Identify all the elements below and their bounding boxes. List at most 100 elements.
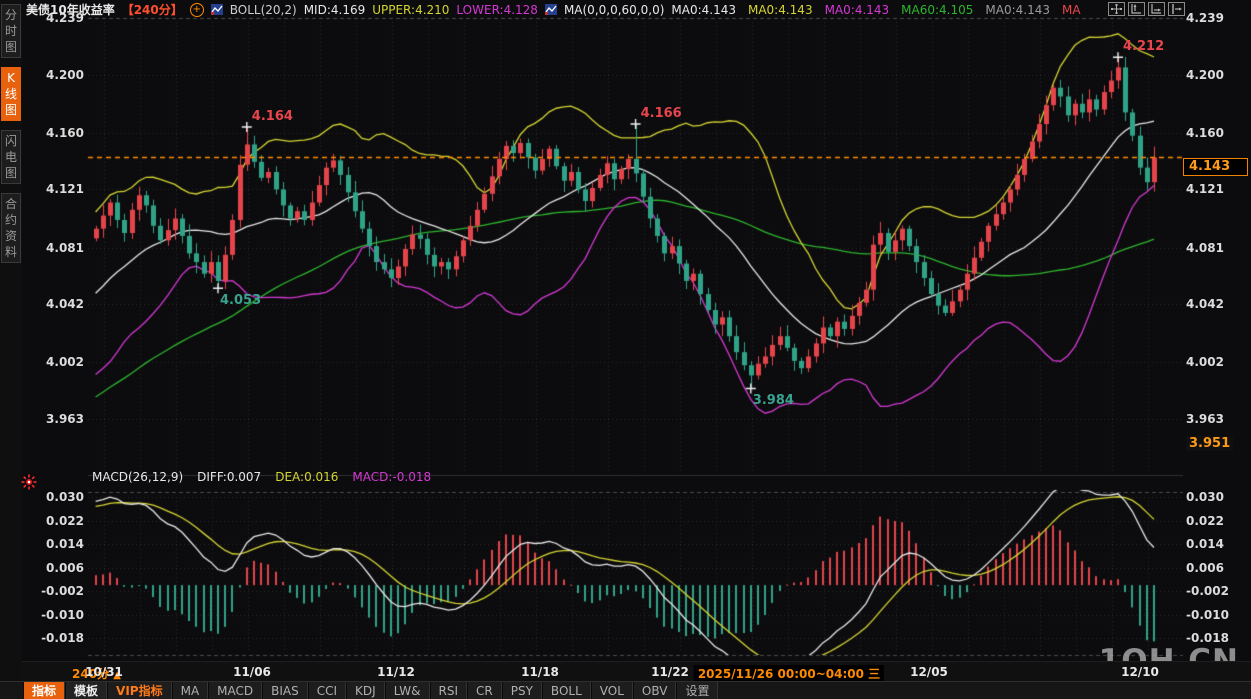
sidebar-tab-1[interactable]: K线图	[1, 67, 21, 121]
boll-upper-value: UPPER:4.210	[372, 2, 450, 17]
price-tick-right: 4.002	[1186, 355, 1224, 370]
boll-indicator-icon[interactable]	[210, 4, 223, 15]
macd-tick-right: -0.002	[1186, 584, 1229, 598]
toolbar-item-指标[interactable]: 指标	[23, 682, 66, 699]
toolbar-item-VIP指标[interactable]: VIP指标	[107, 682, 172, 699]
macd-tick-left: -0.010	[41, 607, 84, 622]
macd-tick-right: 0.006	[1186, 560, 1224, 575]
ma-values-group: MA0:4.143 MA0:4.143 MA0:4.143 MA60:4.105 MA0…	[671, 3, 1080, 17]
price-tick-right: 4.160	[1186, 125, 1224, 140]
price-tick-left: 4.121	[46, 182, 84, 197]
circle-plus-icon[interactable]: +	[189, 2, 204, 17]
session-low-tag: 3.951	[1186, 436, 1234, 451]
macd-tick-right: 0.014	[1186, 537, 1224, 551]
price-macd-chart-canvas[interactable]	[0, 0, 1251, 699]
tab-char: 闪	[4, 134, 17, 148]
swing-low-label: 4.053	[220, 293, 262, 309]
macd-tick-left: 0.006	[46, 560, 84, 575]
boll-label: BOLL(20,2)	[229, 2, 297, 17]
toolbar-item-KDJ[interactable]: KDJ	[346, 682, 385, 699]
toolbar-item-VOL[interactable]: VOL	[590, 682, 633, 699]
price-tick-left: 4.200	[46, 67, 84, 82]
macd-tick-left: -0.018	[41, 631, 84, 645]
toolbar-item-LW&[interactable]: LW&	[384, 682, 430, 699]
macd-tick-left: 0.030	[46, 490, 84, 504]
indicator-header-bar: 美债10年收益率 【240分】 + BOLL(20,2) MID:4.169 U…	[26, 1, 1081, 18]
selected-bar-time-label: 2025/11/26 00:00~04:00 三	[693, 665, 885, 682]
macd-tick-left: 0.014	[46, 537, 84, 551]
macd-header: MACD(26,12,9) DIFF:0.007 DEA:0.016 MACD:…	[92, 470, 431, 484]
price-tick-right: 4.081	[1186, 240, 1224, 255]
price-tick-left: 3.963	[46, 412, 84, 426]
price-tick-right: 4.200	[1186, 67, 1224, 82]
price-tick-left: 4.002	[46, 355, 84, 370]
price-tick-right: 4.121	[1186, 182, 1224, 197]
period-label: 【240分】	[121, 3, 183, 17]
ma-params-label: MA(0,0,0,60,0,0)	[563, 2, 665, 17]
ma-value-1: MA0:4.143	[747, 2, 813, 17]
toolbar-item-OBV[interactable]: OBV	[632, 682, 677, 699]
axis-zoom-up-icon[interactable]	[1128, 2, 1145, 16]
current-price-tag: 4.143	[1183, 158, 1248, 177]
boll-mid-value: MID:4.169	[303, 2, 366, 17]
toolbar-item-CR[interactable]: CR	[467, 682, 502, 699]
sidebar-tab-0[interactable]: 分时图	[1, 4, 21, 58]
tab-char: K	[7, 71, 15, 85]
date-tick-label: 12/05	[910, 665, 948, 679]
macd-params-label: MACD(26,12,9)	[92, 470, 184, 484]
left-sidebar: 分时图K线图闪电图合约资料	[0, 0, 22, 699]
collapse-panel-icon[interactable]	[1168, 2, 1185, 16]
toolbar-item-RSI[interactable]: RSI	[429, 682, 468, 699]
price-tick-left: 4.081	[46, 240, 84, 255]
tab-char: 图	[4, 40, 17, 54]
tab-char: 时	[4, 24, 17, 38]
price-tick-left: 4.160	[46, 125, 84, 140]
pan-move-icon[interactable]	[1108, 2, 1125, 16]
tab-char: 分	[4, 8, 17, 22]
macd-tick-left: 0.022	[46, 513, 84, 528]
indicator-toolbar: 指标 模板 VIP指标 MA MACD BIAS CCI KDJ LW& RSI CR PSY BOLL…	[0, 681, 1251, 699]
toolbar-item-BIAS[interactable]: BIAS	[262, 682, 308, 699]
macd-tick-right: 0.022	[1186, 513, 1224, 528]
ma-indicator-icon[interactable]	[544, 4, 557, 15]
toolbar-item-CCI[interactable]: CCI	[307, 682, 347, 699]
tab-char: 资	[4, 229, 17, 243]
swing-high-label: 4.212	[1123, 39, 1165, 55]
toolbar-item-MA[interactable]: MA	[171, 682, 209, 699]
tab-char: 约	[4, 213, 17, 227]
swing-high-label: 4.166	[640, 106, 682, 122]
chart-application-window: 分时图K线图闪电图合约资料 美债10年收益率 【240分】 + BOLL(20,…	[0, 0, 1251, 699]
tab-char: 图	[4, 103, 17, 117]
macd-tick-right: -0.018	[1186, 631, 1229, 645]
boll-lower-value: LOWER:4.128	[456, 2, 538, 17]
date-tick-label: 10/31	[85, 665, 123, 679]
axis-zoom-right-icon[interactable]	[1148, 2, 1165, 16]
price-tick-left: 4.042	[46, 297, 84, 312]
toolbar-item-PSY[interactable]: PSY	[501, 682, 542, 699]
macd-dea-value: DEA:0.016	[275, 470, 339, 484]
tab-char: 料	[4, 245, 17, 259]
macd-tick-left: -0.002	[41, 584, 84, 598]
tab-char: 图	[4, 166, 17, 180]
ma-value-3: MA60:4.105	[901, 2, 974, 17]
tab-char: 合	[4, 197, 17, 211]
sidebar-tab-3[interactable]: 合约资料	[1, 193, 21, 263]
toolbar-item-模板[interactable]: 模板	[65, 682, 108, 699]
ma-value-0: MA0:4.143	[671, 2, 736, 17]
time-axis-bar: 240分 ▲ 10/31 11/06 11/12 11/18 11/22 2025/11/…	[0, 661, 1251, 682]
toolbar-item-MACD[interactable]: MACD	[208, 682, 263, 699]
tab-char: 线	[4, 87, 17, 101]
swing-high-label: 4.164	[251, 108, 293, 124]
flash-alert-icon[interactable]	[21, 474, 37, 490]
date-tick-label: 11/12	[377, 665, 415, 679]
date-tick-label: 11/22	[651, 665, 689, 679]
date-tick-label: 12/10	[1121, 665, 1159, 679]
toolbar-item-设置[interactable]: 设置	[676, 682, 719, 699]
macd-tick-right: -0.010	[1186, 607, 1229, 622]
toolbar-item-BOLL[interactable]: BOLL	[541, 682, 591, 699]
price-tick-right: 4.042	[1186, 297, 1224, 312]
sidebar-tab-2[interactable]: 闪电图	[1, 130, 21, 184]
macd-diff-value: DIFF:0.007	[197, 470, 262, 484]
price-tick-right: 3.963	[1186, 412, 1224, 426]
symbol-title: 美债10年收益率	[26, 3, 115, 17]
